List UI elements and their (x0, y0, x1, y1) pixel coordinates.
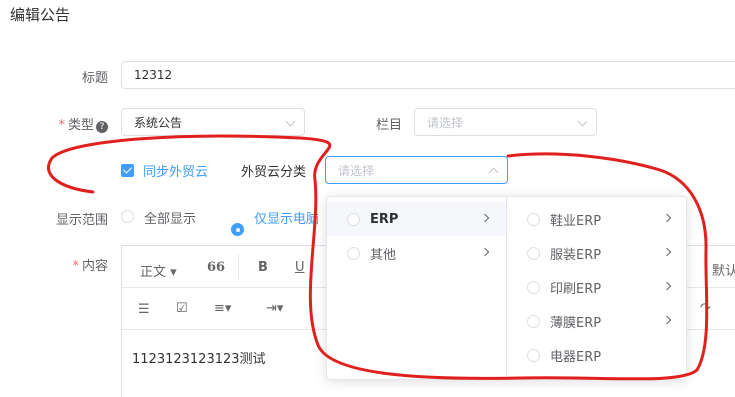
required-mark: * (72, 259, 79, 274)
radio-pc-only[interactable] (231, 223, 244, 236)
align-dropdown-icon[interactable]: ≡▾ (214, 301, 231, 316)
redo-icon[interactable]: ↷ (700, 301, 711, 316)
radio-pc-only-label[interactable]: 仅显示电脑 (254, 208, 326, 227)
required-mark: * (58, 118, 65, 133)
cascader-option-electrical-erp[interactable]: 电器ERP (507, 338, 688, 372)
display-label: 显示范围 (55, 213, 108, 228)
column-select-placeholder: 请选择 (427, 115, 464, 130)
radio-all[interactable] (121, 210, 134, 223)
cascader-radio[interactable] (527, 280, 540, 294)
ordered-list-icon[interactable]: ☰ (138, 302, 150, 317)
chevron-down-icon (285, 116, 296, 127)
cascader-option-label: 电器ERP (550, 349, 602, 365)
cascader-radio[interactable] (527, 246, 540, 260)
underline-button[interactable]: U (295, 260, 305, 275)
cascader-option-label: 印刷ERP (550, 281, 602, 297)
content-label-wrap: * 内容 (40, 255, 108, 274)
cascader-option-shoe-erp[interactable]: 鞋业ERP (507, 202, 688, 236)
type-select-value: 系统公告 (134, 115, 183, 130)
chevron-right-icon (662, 315, 672, 325)
category-select-placeholder: 请选择 (338, 163, 375, 178)
help-icon[interactable]: ? (96, 121, 108, 133)
type-select[interactable]: 系统公告 (121, 108, 305, 136)
cascader-dropdown: ERP 其他 鞋业ERP 服装ERP 印刷ERP 薄膜ERP 电器ERP (326, 196, 687, 380)
default-font-dropdown[interactable]: 默认 (712, 260, 735, 279)
title-label: 标题 (81, 71, 108, 86)
cascader-column-level2: 鞋业ERP 服装ERP 印刷ERP 薄膜ERP 电器ERP (507, 197, 688, 379)
cascader-radio[interactable] (527, 212, 540, 226)
cascader-column-level1: ERP 其他 (327, 197, 507, 379)
cascader-option-label: 服装ERP (550, 247, 602, 263)
chevron-right-icon (480, 213, 490, 223)
category-select[interactable]: 请选择 (325, 156, 508, 184)
cascader-option-label: 薄膜ERP (550, 315, 602, 331)
cascader-radio[interactable] (527, 348, 540, 362)
cascader-radio[interactable] (527, 314, 540, 328)
cascader-option-other[interactable]: 其他 (327, 236, 506, 270)
chevron-right-icon (662, 213, 672, 223)
paragraph-format-dropdown[interactable]: 正文 ▾ (140, 261, 177, 280)
cascader-option-printing-erp[interactable]: 印刷ERP (507, 270, 688, 304)
chevron-right-icon (480, 247, 490, 257)
radio-all-label[interactable]: 全部显示 (144, 208, 196, 227)
type-label: 类型 (67, 118, 94, 133)
content-label: 内容 (81, 259, 108, 274)
column-select[interactable]: 请选择 (414, 108, 597, 136)
chevron-right-icon (662, 247, 672, 257)
page-title: 编辑公告 (10, 6, 71, 24)
cascader-radio[interactable] (347, 246, 360, 260)
chevron-up-icon (488, 167, 499, 178)
bold-button[interactable]: B (258, 260, 268, 275)
type-label-wrap: * 类型? (40, 114, 108, 133)
category-label: 外贸云分类 (241, 165, 307, 180)
cascader-option-label: 其他 (370, 247, 397, 263)
cascader-option-apparel-erp[interactable]: 服装ERP (507, 236, 688, 270)
quote-button[interactable]: 66 (207, 260, 225, 275)
toolbar-divider (238, 254, 239, 280)
editor-content[interactable]: 1123123123123测试 (132, 348, 266, 367)
chevron-right-icon (662, 281, 672, 291)
sync-label[interactable]: 同步外贸云 (143, 161, 208, 180)
cascader-option-erp[interactable]: ERP (327, 202, 506, 236)
todo-list-icon[interactable]: ☑ (176, 301, 188, 316)
title-input[interactable]: 12312 (121, 61, 735, 89)
indent-dropdown-icon[interactable]: ⇥▾ (266, 301, 283, 316)
cascader-option-label: ERP (370, 211, 399, 227)
cascader-radio[interactable] (347, 212, 360, 226)
sync-checkbox[interactable] (121, 164, 134, 177)
cascader-option-label: 鞋业ERP (550, 213, 602, 229)
column-label: 栏目 (375, 118, 402, 133)
cascader-option-film-erp[interactable]: 薄膜ERP (507, 304, 688, 338)
chevron-down-icon (577, 116, 588, 127)
